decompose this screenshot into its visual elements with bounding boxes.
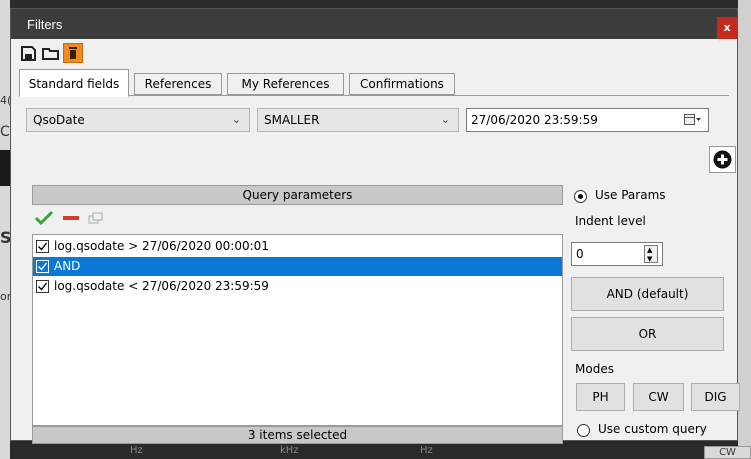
window-title: Filters [27,17,63,32]
spin-arrows[interactable]: ▲ ▼ [644,245,658,263]
plus-circle-icon [713,150,732,169]
list-item[interactable]: AND [33,257,562,276]
open-button[interactable] [41,43,61,63]
mode-ph-button[interactable]: PH [576,383,625,411]
close-button[interactable]: x [717,17,737,39]
chevron-down-icon: ⌄ [231,113,241,126]
checkbox[interactable] [36,240,49,253]
trash-icon [69,47,77,59]
tab-confirmations[interactable]: Confirmations [349,73,455,95]
folder-open-icon [42,48,59,60]
tab-standard-fields[interactable]: Standard fields [19,69,129,97]
background-app-left: 4( C S or [0,0,12,459]
and-default-button[interactable]: AND (default) [571,277,724,311]
mode-cw-button[interactable]: CW [633,383,684,411]
operator-select[interactable]: SMALLER ⌄ [257,108,459,132]
checkbox[interactable] [36,260,49,273]
modes-label: Modes [575,362,614,376]
minus-icon[interactable] [62,210,80,226]
arrow-down-icon[interactable]: ▼ [647,255,652,263]
checkmark-icon [38,262,48,271]
arrow-up-icon[interactable]: ▲ [647,246,652,254]
copy-icon[interactable] [88,210,104,226]
calendar-dropdown-icon[interactable] [684,114,702,126]
use-params-label: Use Params [595,188,666,202]
field-select[interactable]: QsoDate ⌄ [26,108,250,132]
tab-references[interactable]: References [134,73,222,95]
query-parameters-header: Query parameters [32,185,563,205]
selection-status: 3 items selected [32,426,563,444]
indent-level-label: Indent level [575,214,646,228]
add-condition-button[interactable] [709,146,736,173]
indent-level-value: 0 [576,247,584,261]
tab-my-references[interactable]: My References [227,73,344,95]
background-cw-tab[interactable]: CW [704,446,751,459]
use-params-radio[interactable] [574,190,587,203]
chevron-down-icon: ⌄ [440,113,450,126]
or-button[interactable]: OR [571,317,724,351]
list-item[interactable]: log.qsodate > 27/06/2020 00:00:01 [33,237,562,256]
title-bar[interactable]: Filters x [11,9,737,39]
indent-level-spinner[interactable]: 0 ▲ ▼ [571,242,663,266]
operator-select-value: SMALLER [264,113,320,127]
checkmark-icon [38,282,48,291]
date-value: 27/06/2020 23:59:59 [471,113,598,127]
mode-dig-button[interactable]: DIG [691,383,740,411]
background-fragment: C [0,124,10,140]
background-label: kHz [280,445,299,456]
save-icon [21,46,36,61]
delete-button[interactable] [63,43,83,63]
list-item-text: AND [54,259,81,273]
checkbox[interactable] [36,280,49,293]
field-select-value: QsoDate [33,113,85,127]
list-item-text: log.qsodate < 27/06/2020 23:59:59 [54,279,269,293]
save-button[interactable] [19,43,39,63]
custom-query-label: Use custom query [598,422,707,436]
query-parameters-list[interactable]: log.qsodate > 27/06/2020 00:00:01 AND lo… [32,234,563,426]
background-label: Hz [130,445,143,456]
background-dark-strip [0,150,10,186]
list-item[interactable]: log.qsodate < 27/06/2020 23:59:59 [33,277,562,296]
custom-query-radio[interactable] [577,424,590,437]
checkmark-icon [38,242,48,251]
check-icon[interactable] [34,210,54,226]
background-label: Hz [420,445,433,456]
list-item-text: log.qsodate > 27/06/2020 00:00:01 [54,239,269,253]
date-time-picker[interactable]: 27/06/2020 23:59:59 [466,108,709,132]
